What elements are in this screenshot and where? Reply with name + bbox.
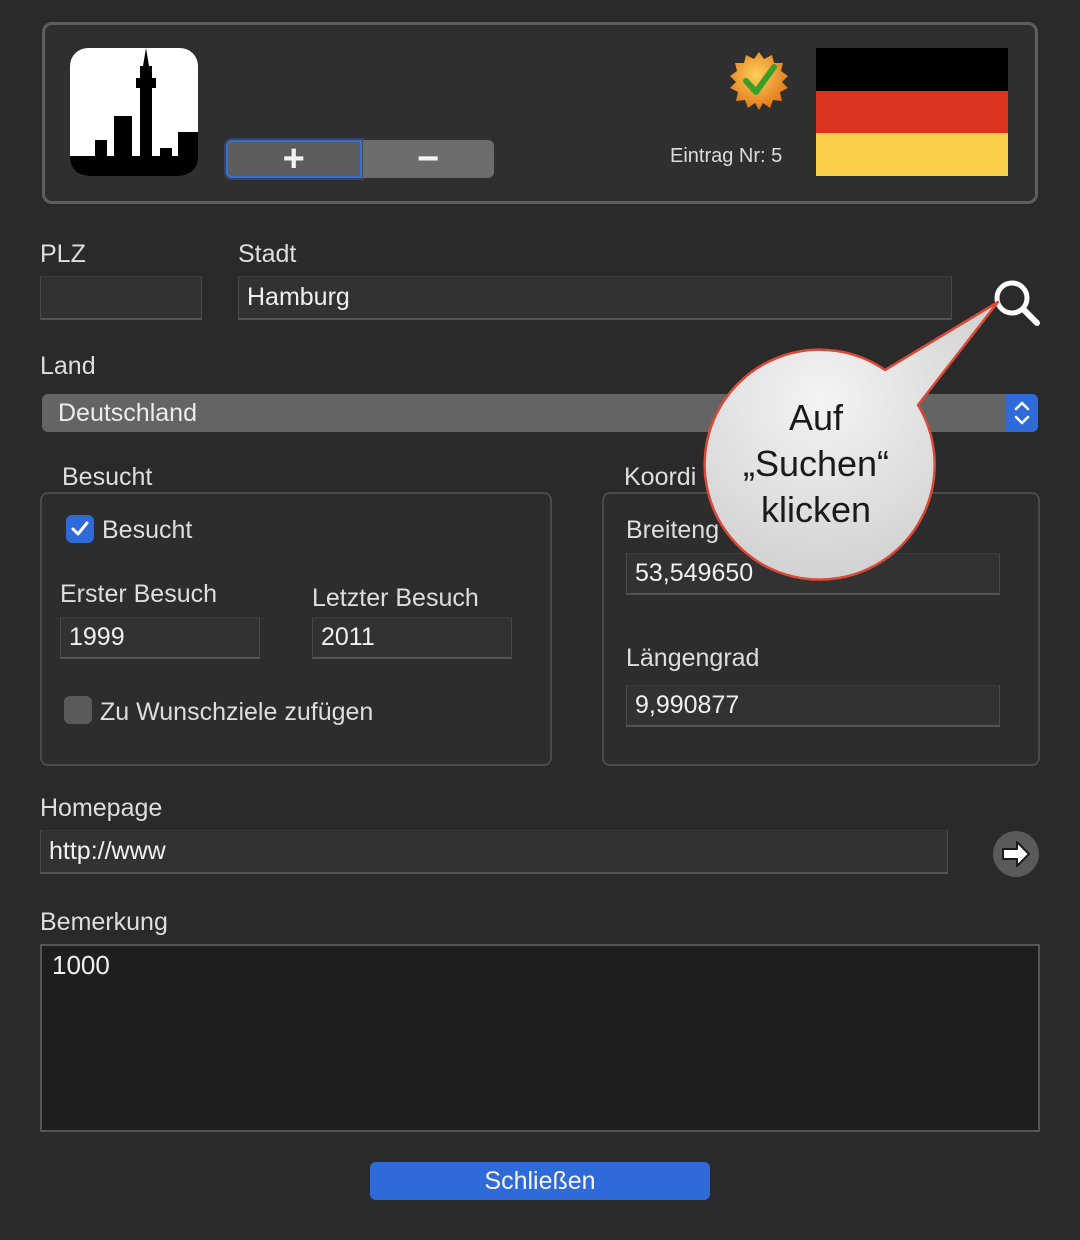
bemerkung-label: Bemerkung [40, 908, 168, 936]
arrow-right-icon [993, 831, 1039, 877]
besucht-checkbox-label: Besucht [102, 516, 193, 544]
open-homepage-button[interactable] [992, 830, 1040, 878]
add-remove-segmented-control: + − [226, 140, 494, 178]
koordinaten-group-title: Koordi [624, 463, 697, 491]
city-skyline-icon [70, 48, 198, 176]
wunschziele-label: Zu Wunschziele zufügen [100, 698, 374, 726]
plz-label: PLZ [40, 240, 86, 268]
callout-line-1: Auf [788, 397, 844, 438]
erster-besuch-field[interactable]: 1999 [60, 617, 260, 659]
besucht-checkbox[interactable] [66, 515, 94, 543]
letzter-besuch-label: Letzter Besuch [312, 584, 479, 612]
plz-field[interactable] [40, 276, 202, 320]
besucht-group-title: Besucht [62, 463, 153, 491]
homepage-label: Homepage [40, 794, 163, 822]
flag-stripe-red [816, 90, 1008, 134]
erster-besuch-label: Erster Besuch [60, 580, 218, 608]
callout-line-2: „Suchen“ [742, 443, 890, 484]
remove-button[interactable]: − [361, 140, 495, 178]
flag-stripe-black [816, 48, 1008, 91]
entry-number-label: Eintrag Nr: 5 [670, 145, 783, 167]
callout-text: Auf „Suchen“ klicken [700, 395, 932, 533]
stadt-label: Stadt [238, 240, 297, 268]
add-button[interactable]: + [226, 140, 362, 178]
verified-badge-icon [728, 50, 790, 112]
callout-line-3: klicken [760, 489, 872, 530]
land-label: Land [40, 352, 96, 380]
homepage-field[interactable]: http://www [40, 830, 948, 874]
country-flag [816, 48, 1008, 177]
letzter-besuch-field[interactable]: 2011 [312, 617, 512, 659]
bemerkung-textarea[interactable]: 1000 [40, 944, 1040, 1132]
laengengrad-field[interactable]: 9,990877 [626, 685, 1000, 727]
close-button[interactable]: Schließen [370, 1162, 710, 1200]
checkmark-icon [71, 521, 89, 536]
wunschziele-checkbox[interactable] [64, 696, 92, 724]
laengengrad-label: Längengrad [626, 644, 760, 672]
flag-stripe-gold [816, 133, 1008, 177]
